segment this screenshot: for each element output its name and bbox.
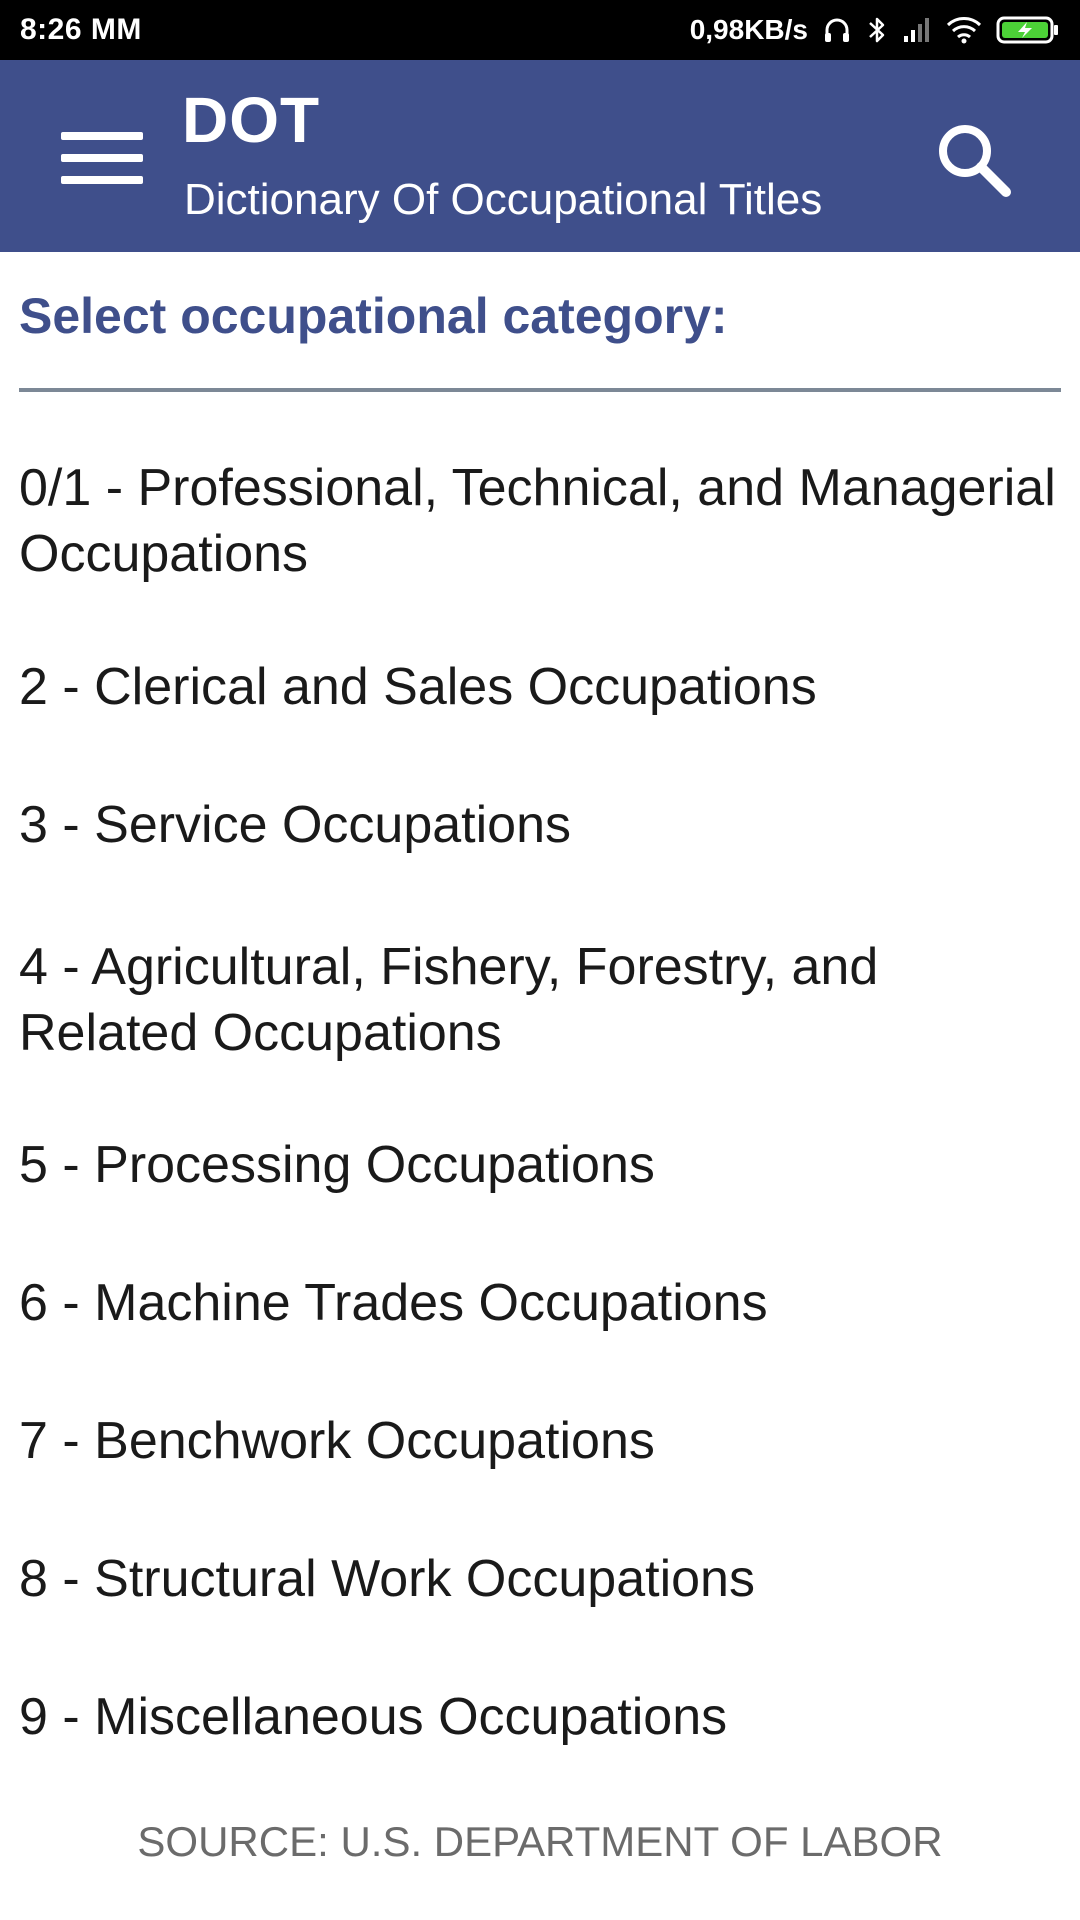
menu-button[interactable] bbox=[52, 120, 152, 196]
app-screen: 8:26 MM 0,98KB/s DOT Dictionary Of Occup… bbox=[0, 0, 1080, 1920]
category-item-structural-work[interactable]: 8 - Structural Work Occupations bbox=[19, 1546, 1059, 1612]
hamburger-menu-icon bbox=[61, 132, 143, 184]
status-icons: 0,98KB/s bbox=[690, 14, 1060, 46]
category-item-miscellaneous[interactable]: 9 - Miscellaneous Occupations bbox=[19, 1684, 1059, 1750]
status-time: 8:26 MM bbox=[20, 13, 142, 46]
category-item-processing[interactable]: 5 - Processing Occupations bbox=[19, 1132, 1059, 1198]
battery-charging-icon bbox=[996, 15, 1060, 45]
network-speed: 0,98KB/s bbox=[689, 14, 808, 45]
app-subtitle: Dictionary Of Occupational Titles bbox=[184, 175, 823, 224]
divider bbox=[19, 388, 1061, 392]
bluetooth-icon bbox=[866, 14, 888, 46]
signal-icon bbox=[902, 16, 932, 44]
category-item-clerical-sales[interactable]: 2 - Clerical and Sales Occupations bbox=[19, 654, 1059, 720]
app-bar: DOT Dictionary Of Occupational Titles bbox=[0, 60, 1080, 252]
category-item-professional[interactable]: 0/1 - Professional, Technical, and Manag… bbox=[19, 455, 1059, 587]
app-title: DOT bbox=[182, 84, 321, 156]
category-item-agricultural[interactable]: 4 - Agricultural, Fishery, Forestry, and… bbox=[19, 934, 1059, 1066]
search-icon bbox=[939, 125, 1011, 197]
category-item-machine-trades[interactable]: 6 - Machine Trades Occupations bbox=[19, 1270, 1059, 1336]
category-item-service[interactable]: 3 - Service Occupations bbox=[19, 792, 1059, 858]
status-bar: 8:26 MM 0,98KB/s bbox=[0, 0, 1080, 60]
headphones-icon bbox=[822, 15, 852, 45]
category-item-benchwork[interactable]: 7 - Benchwork Occupations bbox=[19, 1408, 1059, 1474]
section-heading: Select occupational category: bbox=[19, 288, 728, 344]
wifi-icon bbox=[946, 16, 982, 44]
source-attribution: SOURCE: U.S. DEPARTMENT OF LABOR bbox=[137, 1818, 943, 1865]
search-button[interactable] bbox=[924, 110, 1024, 210]
